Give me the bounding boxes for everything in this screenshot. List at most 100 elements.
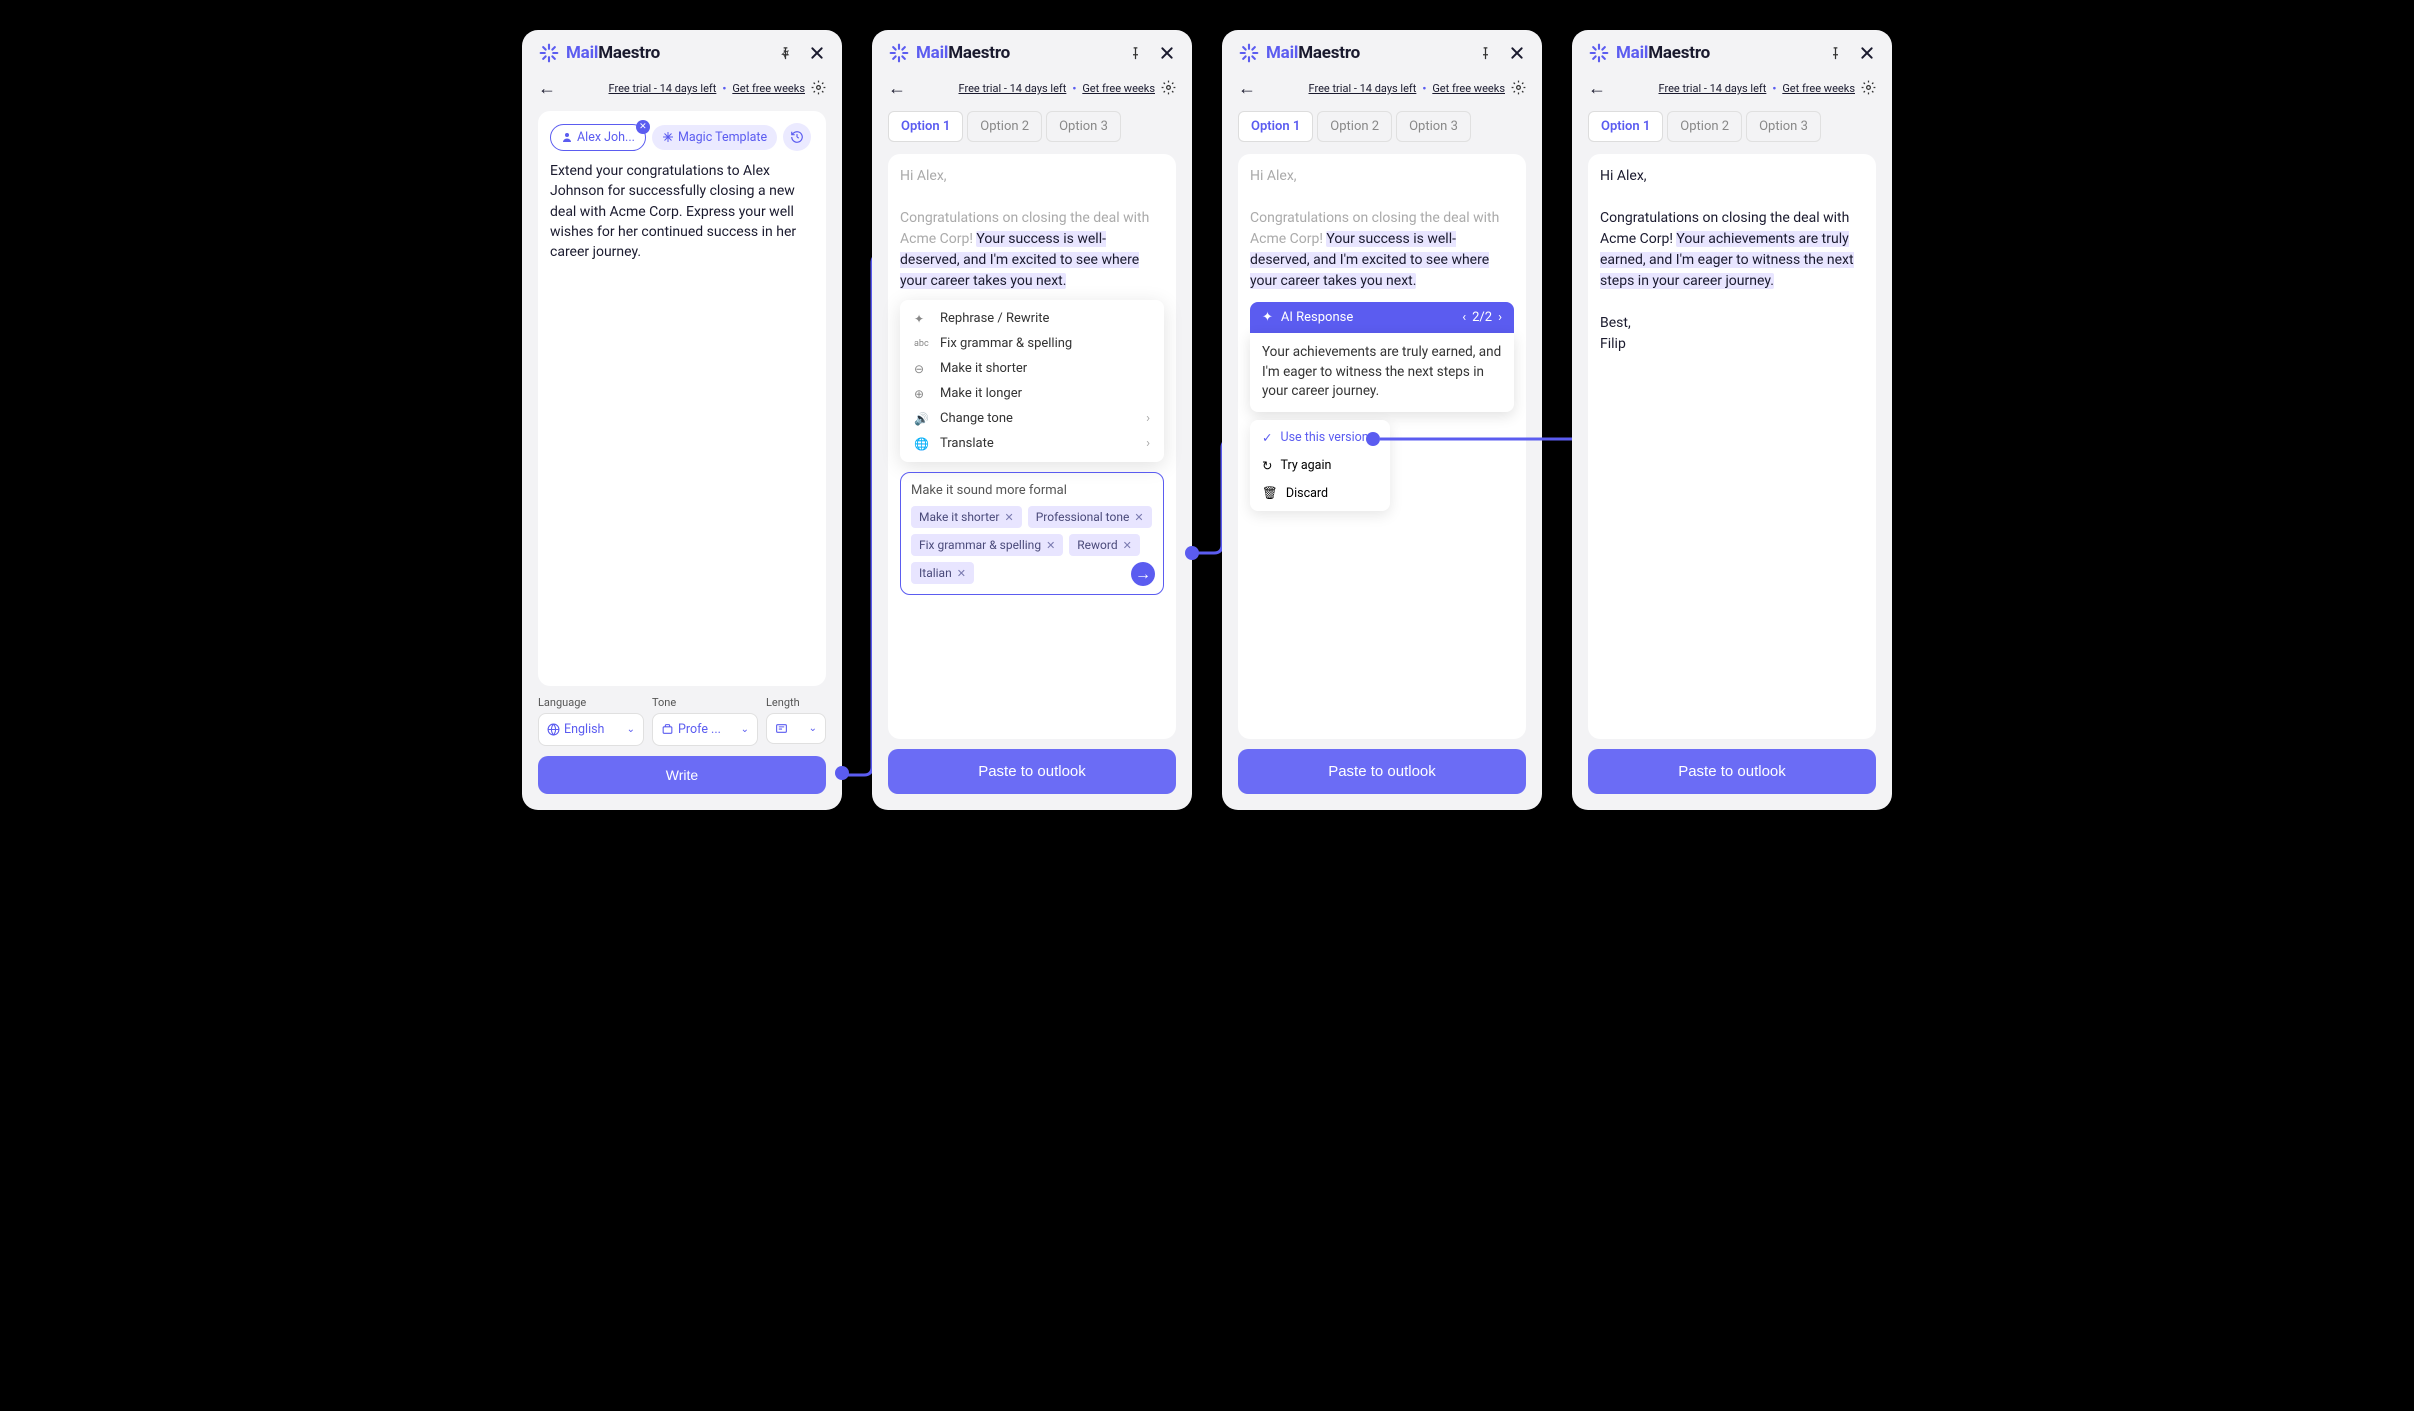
chip-person[interactable]: Alex Joh... ✕ [550,124,646,151]
suggestion-box: Make it sound more formal Make it shorte… [900,472,1164,595]
close-icon[interactable] [1508,44,1526,62]
paste-button[interactable]: Paste to outlook [888,749,1176,794]
prompt-text[interactable]: Extend your congratulations to Alex John… [550,161,814,262]
panel-options: MailMaestro ← Free trial - 14 days left … [872,30,1192,810]
chevron-down-icon: ⌄ [809,723,817,734]
chip-template-label: Magic Template [678,130,767,145]
chevron-right-icon: › [1146,411,1150,426]
send-icon[interactable]: → [1131,562,1155,586]
gear-icon[interactable] [1861,80,1876,98]
brand-logo: MailMaestro [1588,42,1710,64]
trash-icon: 🗑 [1262,486,1278,501]
tone-label: Tone [652,696,758,709]
chevron-down-icon: ⌄ [741,724,749,735]
spark-icon [1588,42,1610,64]
pin-icon[interactable] [1476,44,1494,62]
tab-option-3[interactable]: Option 3 [1396,111,1471,142]
menu-rephrase[interactable]: ✦Rephrase / Rewrite [900,306,1164,331]
chip-magic-template[interactable]: Magic Template [652,125,777,150]
get-free-weeks-link[interactable]: Get free weeks [732,82,805,95]
tag-reword[interactable]: Reword✕ [1069,534,1140,556]
gear-icon[interactable] [811,80,826,98]
tag-remove-icon[interactable]: ✕ [957,567,966,580]
refresh-icon: ↻ [1262,458,1272,474]
subheader: ← Free trial - 14 days left • Get free w… [538,78,826,99]
tag-remove-icon[interactable]: ✕ [1123,539,1132,552]
back-arrow-icon[interactable]: ← [1588,78,1606,99]
paste-button[interactable]: Paste to outlook [1238,749,1526,794]
pin-icon[interactable] [776,44,794,62]
abc-icon: abc [914,339,930,349]
tab-option-1[interactable]: Option 1 [888,111,963,142]
email-signoff: Best, [1600,315,1631,331]
tab-option-2[interactable]: Option 2 [1667,111,1742,142]
menu-tone[interactable]: 🔊Change tone› [900,406,1164,431]
trial-text[interactable]: Free trial - 14 days left [959,82,1067,95]
menu-grammar[interactable]: abcFix grammar & spelling [900,331,1164,356]
get-free-weeks-link[interactable]: Get free weeks [1432,82,1505,95]
email-signature: Filip [1600,336,1626,352]
tag-professional[interactable]: Professional tone✕ [1028,506,1152,528]
email-greeting: Hi Alex, [1600,168,1647,184]
tab-option-2[interactable]: Option 2 [1317,111,1392,142]
paste-button[interactable]: Paste to outlook [1588,749,1876,794]
chevron-right-icon[interactable]: › [1498,310,1502,325]
close-icon[interactable] [808,44,826,62]
tab-option-3[interactable]: Option 3 [1046,111,1121,142]
chip-person-label: Alex Joh... [577,130,635,145]
chevron-left-icon[interactable]: ‹ [1462,310,1466,325]
email-body[interactable]: Hi Alex, Congratulations on closing the … [900,166,1164,292]
menu-shorter[interactable]: ⊖Make it shorter [900,356,1164,381]
content-card: Alex Joh... ✕ Magic Template Extend your… [538,111,826,686]
action-discard[interactable]: 🗑Discard [1250,480,1390,507]
back-arrow-icon[interactable]: ← [538,78,556,99]
plus-icon: ⊕ [914,387,930,401]
language-label: Language [538,696,644,709]
gear-icon[interactable] [1511,80,1526,98]
length-select[interactable]: ⌄ [766,713,826,744]
trial-text[interactable]: Free trial - 14 days left [1309,82,1417,95]
menu-translate[interactable]: 🌐Translate› [900,431,1164,456]
email-body[interactable]: Hi Alex, Congratulations on closing the … [1250,166,1514,292]
tab-option-1[interactable]: Option 1 [1238,111,1313,142]
brand-mail: Mail [566,43,598,63]
tag-shorter[interactable]: Make it shorter✕ [911,506,1022,528]
tag-remove-icon[interactable]: ✕ [1046,539,1055,552]
ai-response-label: AI Response [1281,310,1353,325]
write-button[interactable]: Write [538,756,826,794]
tab-option-3[interactable]: Option 3 [1746,111,1821,142]
tag-grammar[interactable]: Fix grammar & spelling✕ [911,534,1063,556]
get-free-weeks-link[interactable]: Get free weeks [1082,82,1155,95]
tone-select[interactable]: Profe ... ⌄ [652,713,758,746]
tag-remove-icon[interactable]: ✕ [1134,511,1143,524]
action-retry[interactable]: ↻Try again [1250,452,1390,480]
ai-response-header: ✦ AI Response ‹ 2/2 › [1250,302,1514,333]
tag-remove-icon[interactable]: ✕ [1005,511,1014,524]
close-icon[interactable] [1158,44,1176,62]
flow-dot [1185,546,1199,560]
back-arrow-icon[interactable]: ← [1238,78,1256,99]
spark-icon: ✦ [1262,310,1273,325]
email-body[interactable]: Hi Alex, Congratulations on closing the … [1600,166,1864,355]
tag-italian[interactable]: Italian✕ [911,562,974,584]
chip-remove-icon[interactable]: ✕ [636,120,650,134]
trial-text[interactable]: Free trial - 14 days left [609,82,717,95]
close-icon[interactable] [1858,44,1876,62]
email-greeting: Hi Alex, [900,168,947,184]
gear-icon[interactable] [1161,80,1176,98]
trial-text[interactable]: Free trial - 14 days left [1659,82,1767,95]
language-select[interactable]: English ⌄ [538,713,644,746]
history-icon[interactable] [783,123,811,151]
chevron-right-icon: › [1146,436,1150,451]
pin-icon[interactable] [1126,44,1144,62]
tab-option-1[interactable]: Option 1 [1588,111,1663,142]
pin-icon[interactable] [1826,44,1844,62]
brand-logo: MailMaestro [888,42,1010,64]
ai-pager: 2/2 [1472,310,1492,325]
length-label: Length [766,696,826,709]
tab-option-2[interactable]: Option 2 [967,111,1042,142]
get-free-weeks-link[interactable]: Get free weeks [1782,82,1855,95]
back-arrow-icon[interactable]: ← [888,78,906,99]
suggestion-input[interactable]: Make it sound more formal [911,483,1153,498]
menu-longer[interactable]: ⊕Make it longer [900,381,1164,406]
